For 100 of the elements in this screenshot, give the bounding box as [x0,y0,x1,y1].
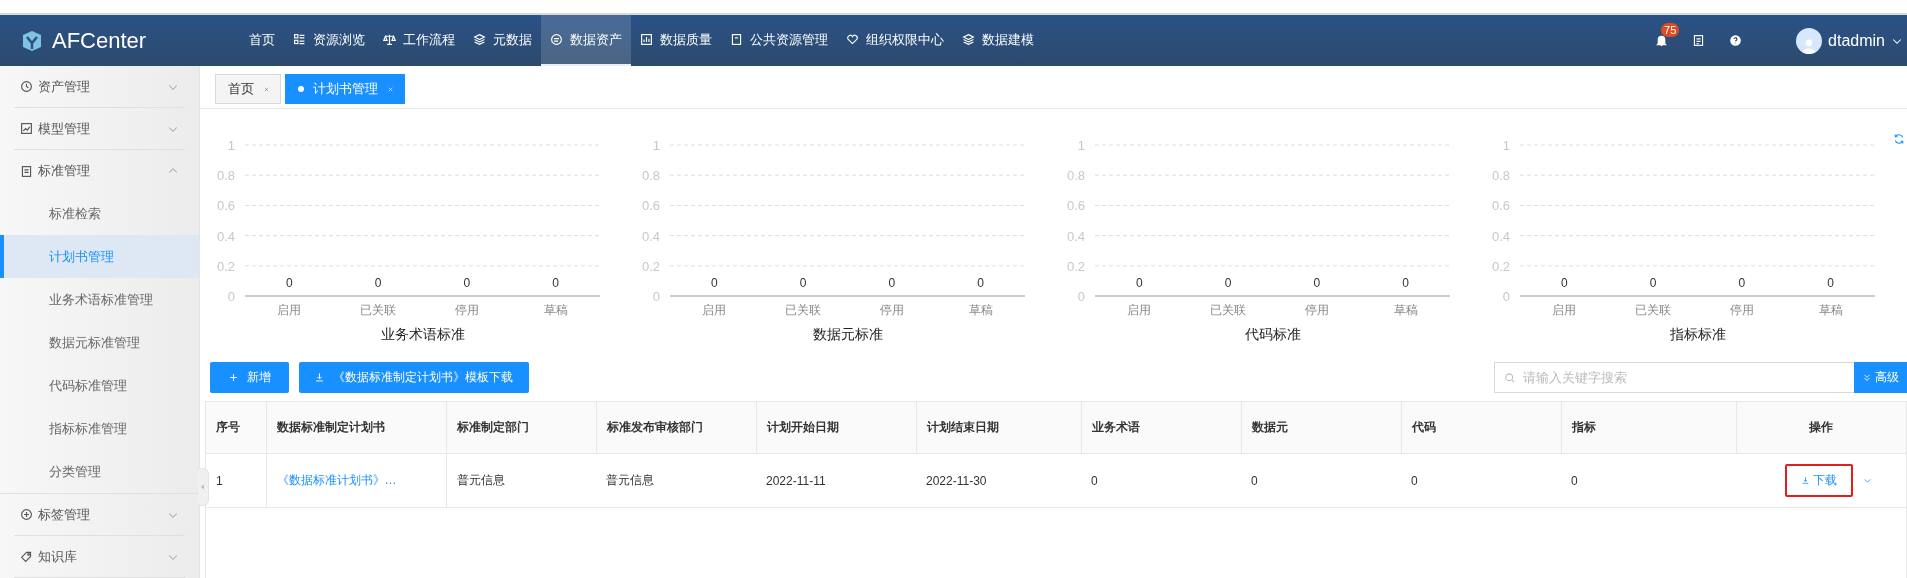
axis-category-label: 草稿 [1818,303,1843,317]
axis-category-label: 已关联 [1635,303,1672,317]
plus-circle-icon [20,508,33,521]
nav-item[interactable]: 数据资产 [541,15,631,66]
data-label: 0 [888,276,896,290]
table-cell: 普元信息 [446,453,596,508]
page-tab[interactable]: 首页 [215,74,281,104]
triangle-left-icon [199,482,207,492]
sidebar-item[interactable]: 代码标准管理 [0,364,199,407]
column-header: 计划开始日期 [756,402,916,454]
help-icon [1729,34,1743,47]
chart-title: 业务术语标准 [380,326,465,342]
chart-title: 指标标准 [1669,326,1726,342]
column-header: 数据标准制定计划书 [266,402,446,454]
column-header: 标准制定部门 [446,402,596,454]
axis-category-label: 已关联 [360,303,397,317]
column-header: 数据元 [1241,402,1401,454]
refresh-icon[interactable] [1893,133,1905,145]
logo-icon [20,28,44,53]
data-label: 0 [463,276,471,290]
double-chevron-down-icon [1862,372,1872,383]
list-icon [293,33,306,46]
sidebar-group[interactable]: 标准管理 [14,150,185,192]
collapse-handle[interactable] [198,468,209,506]
axis-category-label: 启用 [277,303,302,317]
column-header: 计划结束日期 [916,402,1081,454]
bell-icon [1655,34,1669,47]
sidebar-item[interactable]: 指标标准管理 [0,407,199,450]
download-icon [1800,476,1810,485]
data-label: 0 [1561,276,1568,290]
data-label: 0 [1827,276,1834,290]
data-label: 0 [977,276,984,290]
clock-icon [20,80,33,93]
data-label: 0 [1136,276,1143,290]
column-header: 代码 [1401,402,1561,454]
data-label: 0 [1313,276,1321,290]
notification-badge: 75 [1661,23,1680,37]
axis-category-label: 已关联 [1210,303,1247,317]
search-field[interactable]: 请输入关键字搜索 [1494,362,1854,393]
sidebar-item[interactable]: 标准检索 [0,192,199,235]
table-cell: 0 [1561,453,1736,508]
table-cell: 2022-11-30 [916,453,1081,508]
table-cell: 0 [1401,453,1561,508]
column-header: 标准发布审核部门 [596,402,756,454]
column-header: 指标 [1561,402,1736,454]
nav-item[interactable]: 元数据 [464,15,541,66]
axis-category-label: 停用 [454,303,479,317]
data-label: 0 [1738,276,1746,290]
avatar[interactable] [1796,27,1823,54]
table-cell: 普元信息 [596,453,756,508]
sidebar-group[interactable]: 知识库 [14,536,185,578]
data-label: 0 [1224,276,1232,290]
chart-title: 数据元标准 [812,326,883,342]
plus-icon [228,372,239,383]
nav-item[interactable]: 首页 [240,15,284,66]
table-cell: 1 [206,453,266,508]
layers-icon [962,33,975,46]
sidebar-item[interactable]: 分类管理 [0,450,199,493]
nav-item[interactable]: 公共资源管理 [721,15,837,66]
data-label: 0 [374,276,382,290]
nav-item[interactable]: 工作流程 [374,15,464,66]
data-label: 0 [1649,276,1657,290]
nav-item[interactable]: 资源浏览 [284,15,374,66]
heart-icon [846,33,859,46]
axis-category-label: 草稿 [543,303,568,317]
column-header: 序号 [206,402,266,454]
axis-category-label: 启用 [702,303,727,317]
axis-category-label: 启用 [1127,303,1152,317]
bar-chart-icon [640,33,653,46]
user-name[interactable]: dtadmin [1828,31,1885,50]
data-label: 0 [799,276,807,290]
nav-item[interactable]: 组织权限中心 [837,15,953,66]
sidebar-item[interactable]: 数据元标准管理 [0,321,199,364]
sidebar-group[interactable]: 模型管理 [14,108,185,150]
data-label: 0 [552,276,559,290]
document-icon [20,164,33,178]
axis-category-label: 停用 [1304,303,1329,317]
nav-item[interactable]: 数据建模 [953,15,1043,66]
chart-title: 代码标准 [1244,326,1301,342]
chart-icon [20,122,33,135]
data-label: 0 [1402,276,1409,290]
nav-item[interactable]: 数据质量 [631,15,721,66]
axis-category-label: 已关联 [785,303,822,317]
table-cell: 2022-11-11 [756,453,916,508]
axis-category-label: 停用 [879,303,904,317]
close-icon [387,85,394,93]
scale-icon [383,33,396,46]
axis-category-label: 启用 [1552,303,1577,317]
column-header: 业务术语 [1081,402,1241,454]
chat-icon [550,33,563,46]
table-cell: 0 [1241,453,1401,508]
chevron-down-icon [1862,476,1872,485]
sidebar-group[interactable]: 资产管理 [14,66,185,108]
document-icon [730,33,743,46]
column-header: 操作 [1736,402,1906,454]
data-label: 0 [711,276,718,290]
data-label: 0 [286,276,293,290]
sidebar-group[interactable]: 标签管理 [14,494,185,536]
layers-icon [473,33,486,46]
sidebar-item[interactable]: 业务术语标准管理 [0,278,199,321]
